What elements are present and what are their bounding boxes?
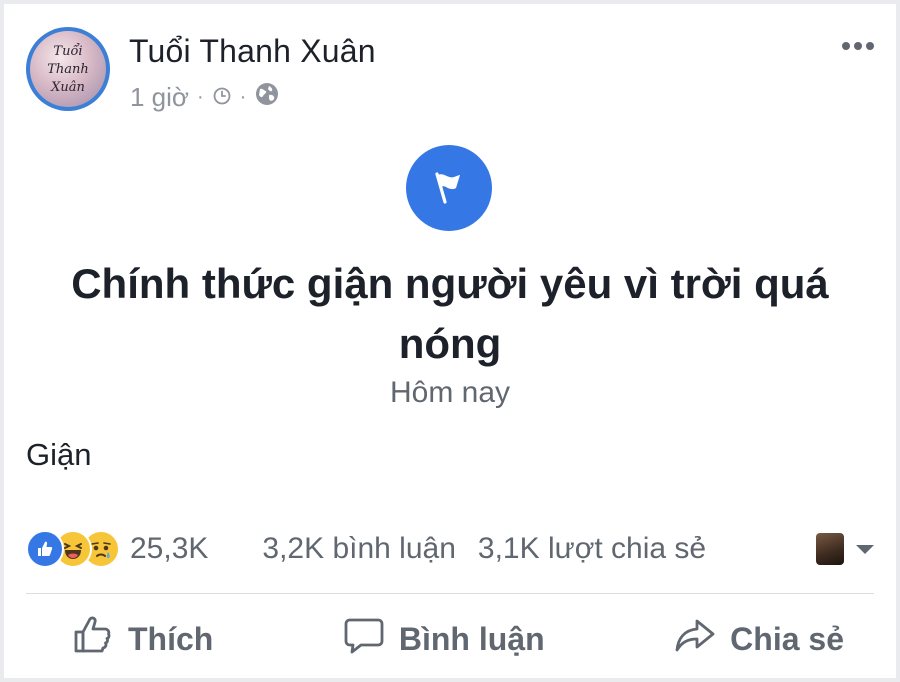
share-count[interactable]: 3,1K lượt chia sẻ [478, 532, 706, 566]
meta-separator: · [239, 86, 247, 108]
viewer-selector[interactable] [816, 533, 874, 565]
like-icon [26, 530, 64, 568]
post-meta: 1 giờ · · [130, 81, 280, 114]
comment-count[interactable]: 3,2K bình luận [262, 532, 456, 566]
like-button[interactable]: Thích [26, 614, 241, 664]
event-date: Hôm nay [389, 376, 511, 409]
post-time[interactable]: 1 giờ [130, 82, 189, 113]
post-stats: 25,3K 3,2K bình luận 3,1K lượt chia sẻ [26, 529, 874, 569]
chevron-down-icon [856, 544, 874, 554]
comment-button[interactable]: Bình luận [297, 614, 573, 664]
share-button[interactable]: Chia sẻ [628, 614, 874, 664]
avatar-image: Tuổi Thanh Xuân [30, 31, 106, 107]
reaction-count[interactable]: 25,3K [130, 532, 208, 566]
post-text: Giận [26, 437, 92, 472]
comment-icon [343, 614, 385, 664]
share-label: Chia sẻ [730, 620, 844, 657]
meta-separator: · [196, 86, 204, 108]
more-options-icon[interactable] [842, 42, 874, 50]
page-avatar[interactable]: Tuổi Thanh Xuân [26, 27, 110, 111]
like-label: Thích [128, 620, 214, 657]
comment-label: Bình luận [398, 620, 545, 657]
viewer-avatar [816, 533, 844, 565]
action-bar: Thích Bình luận Chia sẻ [26, 604, 874, 674]
share-icon [674, 614, 716, 664]
clock-icon [212, 82, 232, 113]
avatar-text-3: Xuân [50, 80, 85, 95]
event-flag-icon [406, 145, 492, 231]
divider [26, 593, 874, 594]
reactions-summary[interactable] [26, 530, 120, 568]
thumbs-up-icon [72, 614, 114, 664]
page-name[interactable]: Tuổi Thanh Xuân [129, 33, 376, 70]
event-title[interactable]: Chính thức giận người yêu vì trời quá nó… [34, 254, 866, 374]
globe-icon[interactable] [254, 81, 280, 114]
avatar-text-1: Tuổi [53, 43, 82, 59]
post-card: Tuổi Thanh Xuân Tuổi Thanh Xuân 1 giờ · … [4, 4, 896, 678]
avatar-text-2: Thanh [47, 62, 89, 77]
